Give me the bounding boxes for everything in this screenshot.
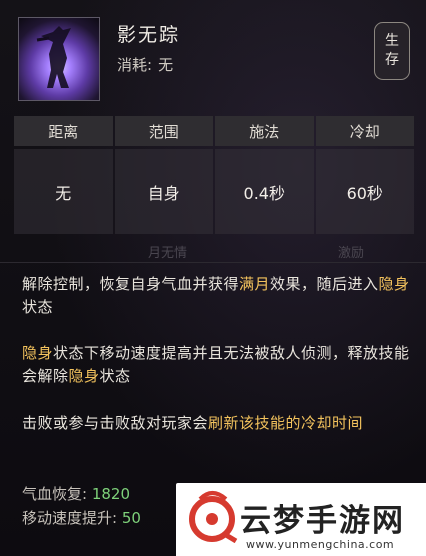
- divider: [0, 262, 426, 263]
- description-paragraph-1: 解除控制，恢复自身气血并获得满月效果，随后进入隐身状态: [22, 273, 412, 319]
- cost-label: 消耗:: [117, 56, 153, 74]
- stats-header-row: 距离 范围 施法 冷却: [14, 116, 414, 146]
- tab-faded-1[interactable]: 月无情: [148, 242, 187, 261]
- stats-value-row: 无 自身 0.4秒 60秒: [14, 149, 414, 234]
- badge-char: 存: [385, 52, 399, 68]
- highlight-text: 隐身: [378, 275, 410, 293]
- attr-value: 50: [121, 509, 141, 527]
- badge-char: 生: [385, 33, 399, 49]
- skill-cost: 消耗: 无: [117, 54, 179, 75]
- stat-header-area: 范围: [114, 116, 213, 146]
- stats-table: 距离 范围 施法 冷却 无 自身 0.4秒 60秒: [14, 116, 414, 234]
- attr-label: 气血恢复:: [22, 485, 88, 503]
- stat-value-cooldown: 60秒: [315, 149, 414, 234]
- tab-faded-2[interactable]: 激励: [338, 242, 364, 261]
- stat-value-area: 自身: [114, 149, 213, 234]
- watermark-logo-icon: [189, 491, 238, 543]
- sub-tabs: 月无情 激励: [0, 240, 426, 262]
- skill-icon: [18, 17, 100, 101]
- description-text: 状态: [22, 298, 54, 316]
- attr-hp-restore: 气血恢复: 1820: [22, 483, 130, 504]
- description-paragraph-2: 隐身状态下移动速度提高并且无法被敌人侦测，释放技能会解除隐身状态: [22, 342, 412, 388]
- attr-value: 1820: [91, 485, 131, 503]
- watermark-title: 云梦手游网: [240, 503, 405, 539]
- skill-type-badge: 生 存: [374, 22, 410, 80]
- stat-header-range: 距离: [14, 116, 113, 146]
- description-text: 解除控制，恢复自身气血并获得: [22, 275, 240, 293]
- stat-value-range: 无: [14, 149, 113, 234]
- cost-value: 无: [158, 56, 174, 74]
- skill-tooltip-panel: 影无踪 消耗: 无 生 存 距离 范围 施法 冷却 无 自身 0.4秒 60秒 月…: [0, 0, 426, 556]
- stat-header-cast: 施法: [215, 116, 314, 146]
- skill-name: 影无踪: [117, 24, 181, 46]
- attr-move-speed: 移动速度提升: 50: [22, 507, 141, 528]
- stat-value-cast: 0.4秒: [215, 149, 314, 234]
- attr-label: 移动速度提升:: [22, 509, 118, 527]
- highlight-text: 满月: [239, 275, 271, 293]
- highlight-text: 隐身: [22, 344, 54, 362]
- watermark: 云梦手游网 www.yunmengchina.com: [176, 483, 426, 556]
- highlight-text: 刷新该技能的冷却时间: [208, 414, 364, 432]
- description-text: 效果，随后进入: [270, 275, 379, 293]
- description-paragraph-3: 击败或参与击败敌对玩家会刷新该技能的冷却时间: [22, 412, 412, 435]
- highlight-text: 隐身: [68, 367, 100, 385]
- description-text: 状态: [99, 367, 131, 385]
- description-text: 击败或参与击败敌对玩家会: [22, 414, 209, 432]
- watermark-url: www.yunmengchina.com: [246, 538, 395, 551]
- stat-header-cooldown: 冷却: [315, 116, 414, 146]
